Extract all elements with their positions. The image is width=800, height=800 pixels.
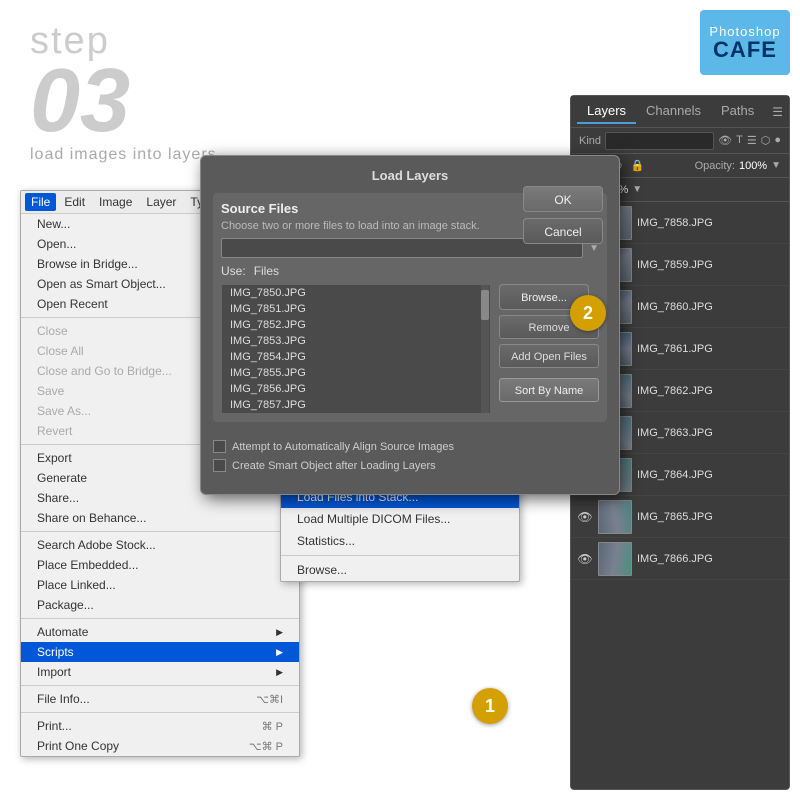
submenu-sep2 (281, 555, 519, 556)
type-icon: T (736, 134, 743, 147)
layers-toolbar: Kind 👁 T ☰ ⬡ ● (571, 128, 789, 154)
layer-name: IMG_7866.JPG (637, 553, 783, 565)
layer-eye-icon[interactable]: 👁 (577, 509, 593, 525)
layers-icons: 👁 T ☰ ⬡ ● (718, 134, 781, 147)
lock-all-icon: 🔒 (631, 159, 645, 172)
layer-thumbnail (598, 542, 632, 576)
layers-search-bar[interactable] (605, 132, 714, 150)
menu-file[interactable]: File (25, 193, 56, 211)
tab-paths[interactable]: Paths (711, 99, 764, 124)
dialog-cancel-button[interactable]: Cancel (523, 218, 603, 244)
step-header: step 03 load images into layers (30, 20, 217, 164)
menu-share-behance[interactable]: Share on Behance... (21, 508, 299, 528)
layer-thumbnail (598, 500, 632, 534)
menu-file-info[interactable]: File Info... ⌥⌘I (21, 689, 299, 709)
layer-name: IMG_7861.JPG (637, 343, 783, 355)
sep6 (21, 712, 299, 713)
dialog-checkboxes: Attempt to Automatically Align Source Im… (213, 440, 607, 478)
scrollbar[interactable] (481, 285, 489, 414)
layer-item[interactable]: 👁 IMG_7866.JPG (571, 538, 789, 580)
menu-print-one[interactable]: Print One Copy ⌥⌘ P (21, 736, 299, 756)
sep3 (21, 531, 299, 532)
step-circle-1: 1 (472, 688, 508, 724)
menu-import[interactable]: Import (21, 662, 299, 682)
checkbox-smart-label: Create Smart Object after Loading Layers (232, 460, 436, 472)
layer-item[interactable]: 👁 IMG_7865.JPG (571, 496, 789, 538)
layer-eye-icon[interactable]: 👁 (577, 551, 593, 567)
dialog-ok-cancel: OK Cancel (523, 186, 603, 244)
use-value: Files (254, 264, 279, 278)
add-open-files-button[interactable]: Add Open Files (499, 344, 599, 368)
use-row: Use: Files (221, 264, 599, 278)
layer-name: IMG_7865.JPG (637, 511, 783, 523)
submenu-load-dicom[interactable]: Load Multiple DICOM Files... (281, 508, 519, 530)
dialog-file-item[interactable]: IMG_7850.JPG (222, 285, 490, 301)
dialog-file-item[interactable]: IMG_7853.JPG (222, 333, 490, 349)
step-subtitle: load images into layers (30, 146, 217, 164)
layers-tabs-bar: Layers Channels Paths ☰ (571, 96, 789, 128)
sort-by-name-button[interactable]: Sort By Name (499, 378, 599, 402)
dropdown-arrow-icon: ▼ (589, 243, 599, 254)
opacity-arrow-icon: ▼ (771, 160, 781, 171)
step-number: 03 (30, 63, 217, 140)
checkbox-smart-box[interactable] (213, 459, 226, 472)
layer-name: IMG_7860.JPG (637, 301, 783, 313)
layer-name: IMG_7863.JPG (637, 427, 783, 439)
layer-name: IMG_7864.JPG (637, 469, 783, 481)
dialog-file-item[interactable]: IMG_7857.JPG (222, 397, 490, 413)
ps-cafe-logo: Photoshop CAFE (700, 10, 790, 75)
menu-print[interactable]: Print... ⌘ P (21, 716, 299, 736)
checkbox-align: Attempt to Automatically Align Source Im… (213, 440, 607, 453)
load-layers-dialog: Load Layers OK Cancel Source Files Choos… (200, 155, 620, 495)
layer-name: IMG_7858.JPG (637, 217, 783, 229)
checkbox-align-box[interactable] (213, 440, 226, 453)
smart-obj-icon: ⬡ (761, 134, 771, 147)
layer-name: IMG_7859.JPG (637, 259, 783, 271)
use-label: Use: (221, 264, 246, 278)
submenu-statistics[interactable]: Statistics... (281, 530, 519, 552)
checkbox-align-label: Attempt to Automatically Align Source Im… (232, 441, 454, 453)
menu-image[interactable]: Image (93, 193, 138, 211)
opacity-value[interactable]: 100% (739, 160, 767, 172)
submenu-browse[interactable]: Browse... (281, 559, 519, 581)
file-list[interactable]: IMG_7850.JPGIMG_7851.JPGIMG_7852.JPGIMG_… (221, 284, 491, 414)
step-circle-2: 2 (570, 295, 606, 331)
layer-name: IMG_7862.JPG (637, 385, 783, 397)
eye-icon: 👁 (718, 134, 732, 147)
sep4 (21, 618, 299, 619)
kind-label: Kind (579, 135, 601, 147)
menu-package[interactable]: Package... (21, 595, 299, 615)
menu-place-embedded[interactable]: Place Embedded... (21, 555, 299, 575)
dialog-ok-button[interactable]: OK (523, 186, 603, 212)
file-list-area: IMG_7850.JPGIMG_7851.JPGIMG_7852.JPGIMG_… (221, 284, 599, 414)
dialog-file-item[interactable]: IMG_7852.JPG (222, 317, 490, 333)
adjustment-icon: ☰ (747, 134, 757, 147)
menu-edit[interactable]: Edit (58, 193, 91, 211)
menu-scripts[interactable]: Scripts (21, 642, 299, 662)
sep5 (21, 685, 299, 686)
scrollbar-thumb (481, 290, 489, 320)
checkbox-smart: Create Smart Object after Loading Layers (213, 459, 607, 472)
dialog-file-item[interactable]: IMG_7851.JPG (222, 301, 490, 317)
layers-panel-menu-icon[interactable]: ☰ (772, 105, 783, 119)
opacity-label: Opacity: (695, 160, 735, 172)
dot-icon: ● (774, 134, 781, 147)
menu-automate[interactable]: Automate (21, 622, 299, 642)
menu-place-linked[interactable]: Place Linked... (21, 575, 299, 595)
menu-search-stock[interactable]: Search Adobe Stock... (21, 535, 299, 555)
menu-layer[interactable]: Layer (140, 193, 182, 211)
fill-arrow-icon: ▼ (632, 184, 642, 195)
dialog-file-item[interactable]: IMG_7854.JPG (222, 349, 490, 365)
dialog-title: Load Layers (213, 168, 607, 183)
dialog-file-item[interactable]: IMG_7856.JPG (222, 381, 490, 397)
tab-layers[interactable]: Layers (577, 99, 636, 124)
dialog-file-item[interactable]: IMG_7855.JPG (222, 365, 490, 381)
cafe-text: CAFE (713, 39, 777, 61)
tab-channels[interactable]: Channels (636, 99, 711, 124)
